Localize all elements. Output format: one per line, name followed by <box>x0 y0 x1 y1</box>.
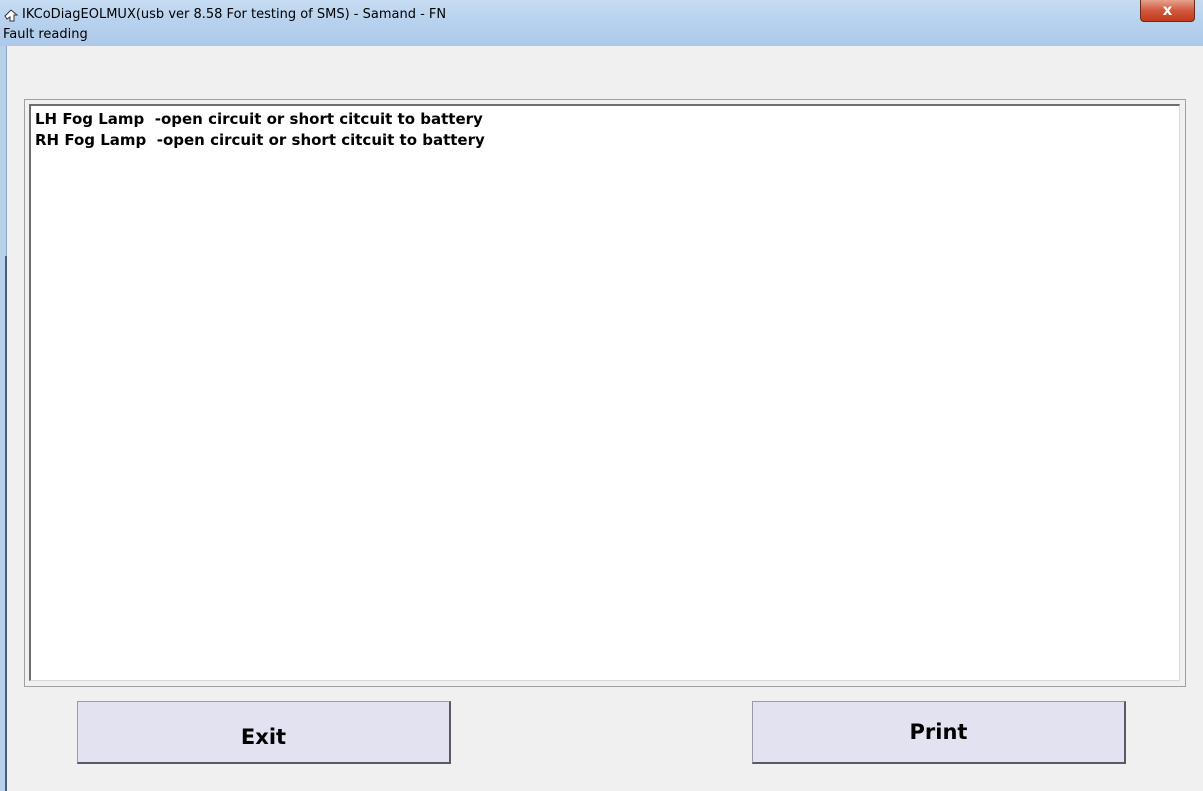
menu-fault-reading: Fault reading <box>3 27 88 42</box>
window-left-border <box>0 46 7 791</box>
title-bar[interactable]: IKCoDiagEOLMUX(usb ver 8.58 For testing … <box>0 0 1203 46</box>
app-shape-icon <box>4 9 19 22</box>
window-left-border-shadow <box>5 256 7 791</box>
exit-button[interactable]: Exit <box>77 701 451 764</box>
app-window: IKCoDiagEOLMUX(usb ver 8.58 For testing … <box>0 0 1203 791</box>
print-button[interactable]: Print <box>752 701 1126 764</box>
close-icon: x <box>1162 1 1173 19</box>
window-title: IKCoDiagEOLMUX(usb ver 8.58 For testing … <box>22 7 447 22</box>
close-button[interactable]: x <box>1140 0 1195 22</box>
fault-list[interactable]: LH Fog Lamp -open circuit or short citcu… <box>29 104 1180 681</box>
fault-list-item[interactable]: RH Fog Lamp -open circuit or short citcu… <box>35 131 485 149</box>
fault-list-item[interactable]: LH Fog Lamp -open circuit or short citcu… <box>35 110 483 128</box>
